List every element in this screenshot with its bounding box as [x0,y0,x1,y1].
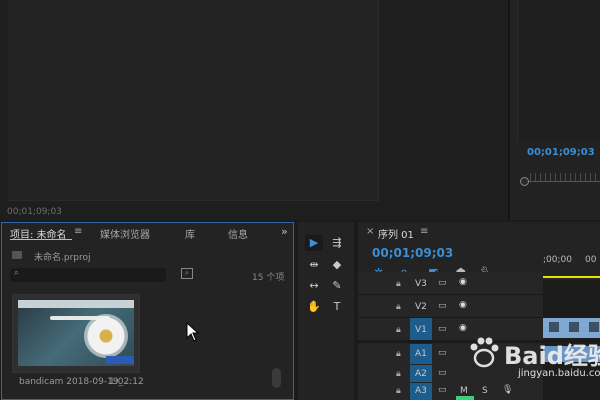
tab-libraries[interactable]: 库 [185,226,195,241]
clip-frame [549,322,559,332]
mouse-cursor-icon [186,322,200,342]
eye-icon[interactable]: ◉ [459,323,467,333]
sync-lock-icon[interactable]: ▭ [438,324,447,334]
source-timecode[interactable]: 00;01;09;03 [7,207,62,217]
track-label-v3[interactable]: V3 [415,279,427,289]
program-playhead-handle[interactable] [520,177,529,186]
item-count-label: 15 个项 [252,273,285,283]
lock-icon[interactable]: 🔒︎ [396,386,401,396]
track-label-v2[interactable]: V2 [415,302,427,312]
baidu-paw-icon [470,337,499,368]
timeline-timecode[interactable]: 00;01;09;03 [372,246,453,260]
active-tab-underline [10,239,72,240]
track-label-a2[interactable]: A2 [415,369,427,379]
track-header-v2 [358,295,543,317]
sequence-tab[interactable]: 序列 01 [378,226,414,241]
ruler-time-label-2: 00 [585,255,597,265]
sync-lock-icon[interactable]: ▭ [438,348,447,358]
lock-icon[interactable]: 🔒︎ [396,325,401,335]
program-timecode[interactable]: 00;01;09;03 [527,147,595,158]
project-scrollbar[interactable] [272,368,281,388]
solo-button[interactable]: S [482,386,488,396]
search-icon: ⌕ [14,268,20,278]
sync-lock-icon[interactable]: ▭ [438,368,447,378]
sync-lock-icon[interactable]: ▭ [438,278,447,288]
track-label-v1[interactable]: V1 [415,325,427,335]
microphone-icon[interactable]: 🎙︎ [502,385,513,395]
track-label-a3[interactable]: A3 [415,386,427,396]
sync-lock-icon[interactable]: ▭ [438,385,447,395]
audio-meter-indicator [456,396,474,400]
pen-tool-icon[interactable]: ✎ [328,278,346,294]
work-area-bar[interactable] [543,276,600,278]
program-monitor-viewport[interactable] [517,0,600,140]
thumbnail-browser-bar [18,300,134,308]
baidu-watermark: Baid经验 jingyan.baidu.com [466,334,600,384]
ripple-edit-tool-icon[interactable]: ⇹ [305,257,323,273]
lock-icon[interactable]: 🔒︎ [396,302,401,312]
new-bin-icon[interactable]: ⌕ [181,268,193,279]
program-scrubber-track[interactable] [524,181,600,182]
track-header-v3 [358,272,543,294]
selection-tool-icon[interactable]: ▶ [305,235,323,251]
track-label-a1[interactable]: A1 [415,349,427,359]
mute-button[interactable]: M [460,386,468,396]
project-folder-icon [12,251,22,259]
clip-frame [569,322,579,332]
program-scrubber-ticks [530,173,600,181]
tab-info[interactable]: 信息 [228,226,248,241]
watermark-url: jingyan.baidu.com [518,368,600,379]
lock-icon[interactable]: 🔒︎ [396,279,401,289]
slip-tool-icon[interactable]: ↔ [305,278,323,294]
panel-overflow-icon[interactable]: » [281,225,288,238]
lock-icon[interactable]: 🔒︎ [396,349,401,359]
thumbnail-icons-strip [106,356,134,364]
eye-icon[interactable]: ◉ [459,277,467,287]
sync-lock-icon[interactable]: ▭ [438,301,447,311]
upper-panel-gap [380,0,510,220]
close-sequence-icon[interactable]: × [366,226,374,237]
tab-media-browser[interactable]: 媒体浏览器 [100,226,150,241]
thumbnail-daisy-image [84,314,128,358]
track-header-a3 [358,383,543,400]
clip-thumbnail-image[interactable] [18,300,134,366]
project-filename: 未命名.prproj [34,253,91,263]
clip-frame [589,322,599,332]
tab-project-menu[interactable]: ≡ [74,226,82,237]
sequence-menu-icon[interactable]: ≡ [420,226,428,237]
clip-duration: 1:02:12 [109,377,144,387]
lock-icon[interactable]: 🔒︎ [396,369,401,379]
ruler-time-label: ;00;00 [543,255,572,265]
track-select-tool-icon[interactable]: ⇶ [328,235,346,251]
project-search-input[interactable] [10,268,166,282]
razor-tool-icon[interactable]: ◆ [328,257,346,273]
type-tool-icon[interactable]: T [328,299,346,315]
source-monitor-viewport[interactable] [8,0,379,201]
eye-icon[interactable]: ◉ [459,300,467,310]
watermark-brand: Baid经验 [504,342,600,370]
hand-tool-icon[interactable]: ✋ [305,299,323,315]
